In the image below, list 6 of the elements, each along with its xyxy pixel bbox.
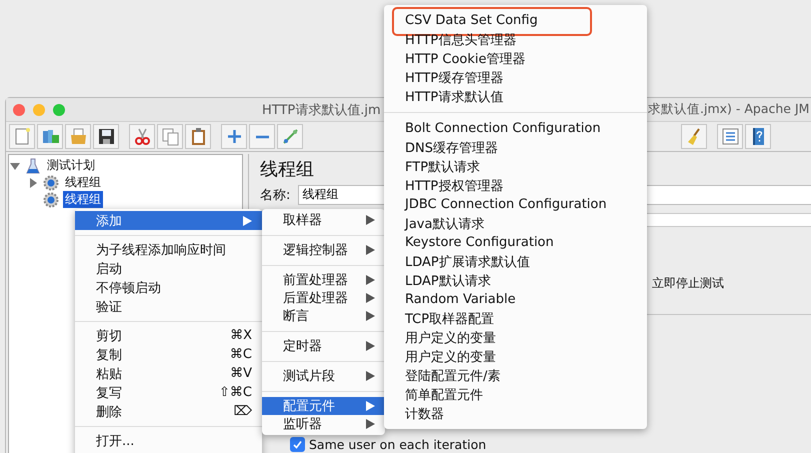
name-label: 名称: — [260, 186, 290, 204]
panel-heading: 线程组 — [260, 160, 314, 181]
window-title: HTTP请求默认值.jm — [262, 102, 381, 118]
option-label: 立即停止测试 — [652, 274, 724, 292]
window-title: 求默认值.jmx) - Apache JM — [648, 101, 810, 118]
checkbox-label: Same user on each iteration — [309, 437, 486, 452]
